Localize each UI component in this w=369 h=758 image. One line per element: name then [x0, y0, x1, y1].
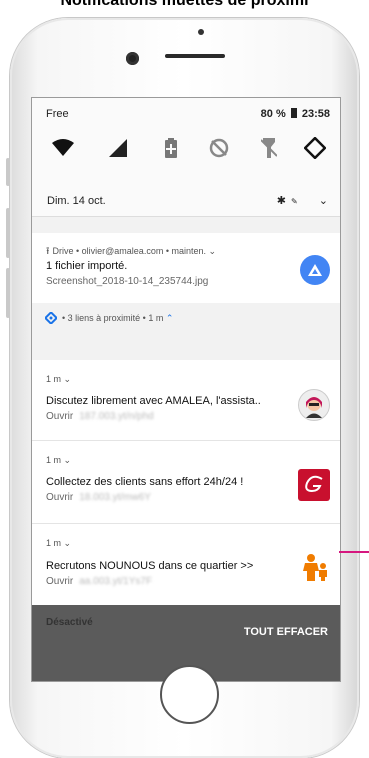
pointer-arrow-line: [339, 551, 369, 553]
upload-icon: ⭱: [46, 246, 50, 257]
nearby-notification-nounous[interactable]: 1 m ⌄ Recrutons NOUNOUS dans ce quartier…: [32, 524, 340, 606]
quick-settings-icons: [32, 135, 340, 161]
disabled-label: Désactivé: [46, 617, 93, 628]
signal-icon[interactable]: [105, 135, 131, 161]
drive-subtitle: Screenshot_2018-10-14_235744.jpg: [46, 276, 209, 287]
notification-action[interactable]: Ouvrir 187.003.yt/n/phd: [46, 411, 154, 422]
notification-title: Recrutons NOUNOUS dans ce quartier >>: [46, 560, 254, 572]
drive-icon: [300, 255, 330, 285]
home-button[interactable]: [160, 665, 219, 724]
clock: 23:58: [301, 108, 330, 120]
front-camera: [126, 52, 139, 65]
status-right: 80 % 23:58: [261, 108, 330, 120]
phone-frame: Free 80 % 23:58 Dim. 14 oct. ✱ ✎ ⌄ ⭱ Dri…: [6, 18, 359, 758]
nearby-notification-clients[interactable]: 1 m ⌄ Collectez des clients sans effort …: [32, 441, 340, 524]
volume-down-button: [6, 268, 10, 318]
mute-switch: [6, 158, 10, 186]
wifi-icon[interactable]: [50, 135, 76, 161]
quick-settings-controls: ✱ ✎ ⌄: [277, 194, 328, 207]
earpiece-speaker: [165, 54, 225, 58]
notification-time: 1 m ⌄: [46, 374, 72, 384]
expand-chevron-icon[interactable]: ⌄: [319, 195, 328, 207]
drive-notification[interactable]: ⭱ Drive • olivier@amalea.com • mainten. ⌄…: [32, 233, 340, 304]
notification-time: 1 m ⌄: [46, 455, 72, 465]
notification-action[interactable]: Ouvrir 18.003.yt/mw6Y: [46, 492, 151, 503]
nearby-header-text: • 3 liens à proximité • 1 m ⌃: [62, 313, 174, 323]
notification-title: Discutez librement avec AMALEA, l'assist…: [46, 395, 261, 407]
battery-saver-icon[interactable]: [158, 135, 184, 161]
amalea-avatar-icon: [298, 389, 330, 421]
nearby-links-header[interactable]: • 3 liens à proximité • 1 m ⌃: [32, 303, 340, 335]
brand-logo-icon: [298, 469, 330, 501]
clear-all-button[interactable]: TOUT EFFACER: [244, 626, 328, 638]
nearby-diamond-icon: [45, 312, 57, 324]
drive-title: 1 fichier importé.: [46, 260, 128, 272]
date-label: Dim. 14 oct.: [47, 195, 106, 207]
nanny-icon: [300, 552, 330, 582]
sensor-dot: [198, 29, 204, 35]
notification-title: Collectez des clients sans effort 24h/24…: [46, 476, 244, 488]
nearby-notification-amalea[interactable]: 1 m ⌄ Discutez librement avec AMALEA, l'…: [32, 360, 340, 441]
flashlight-off-icon[interactable]: [256, 135, 282, 161]
auto-rotate-icon[interactable]: [302, 135, 328, 161]
phone-screen: Free 80 % 23:58 Dim. 14 oct. ✱ ✎ ⌄ ⭱ Dri…: [31, 97, 341, 682]
edit-icon[interactable]: ✎: [291, 197, 298, 206]
volume-up-button: [6, 208, 10, 258]
battery-icon: [290, 108, 297, 118]
page-heading: Notifications muettes de proximi: [60, 0, 309, 9]
dnd-off-icon[interactable]: [206, 135, 232, 161]
carrier-label: Free: [46, 108, 69, 120]
settings-gear-icon[interactable]: ✱: [277, 195, 286, 207]
drive-meta-row: ⭱ Drive • olivier@amalea.com • mainten. ⌄: [46, 246, 217, 257]
notification-action[interactable]: Ouvrir aa.003.yt/1Ys7F: [46, 576, 152, 587]
notification-time: 1 m ⌄: [46, 538, 72, 548]
quick-settings-panel: Free 80 % 23:58 Dim. 14 oct. ✱ ✎ ⌄: [32, 98, 340, 217]
collapse-chevron-icon: ⌃: [165, 313, 174, 323]
battery-percent: 80 %: [260, 108, 286, 120]
